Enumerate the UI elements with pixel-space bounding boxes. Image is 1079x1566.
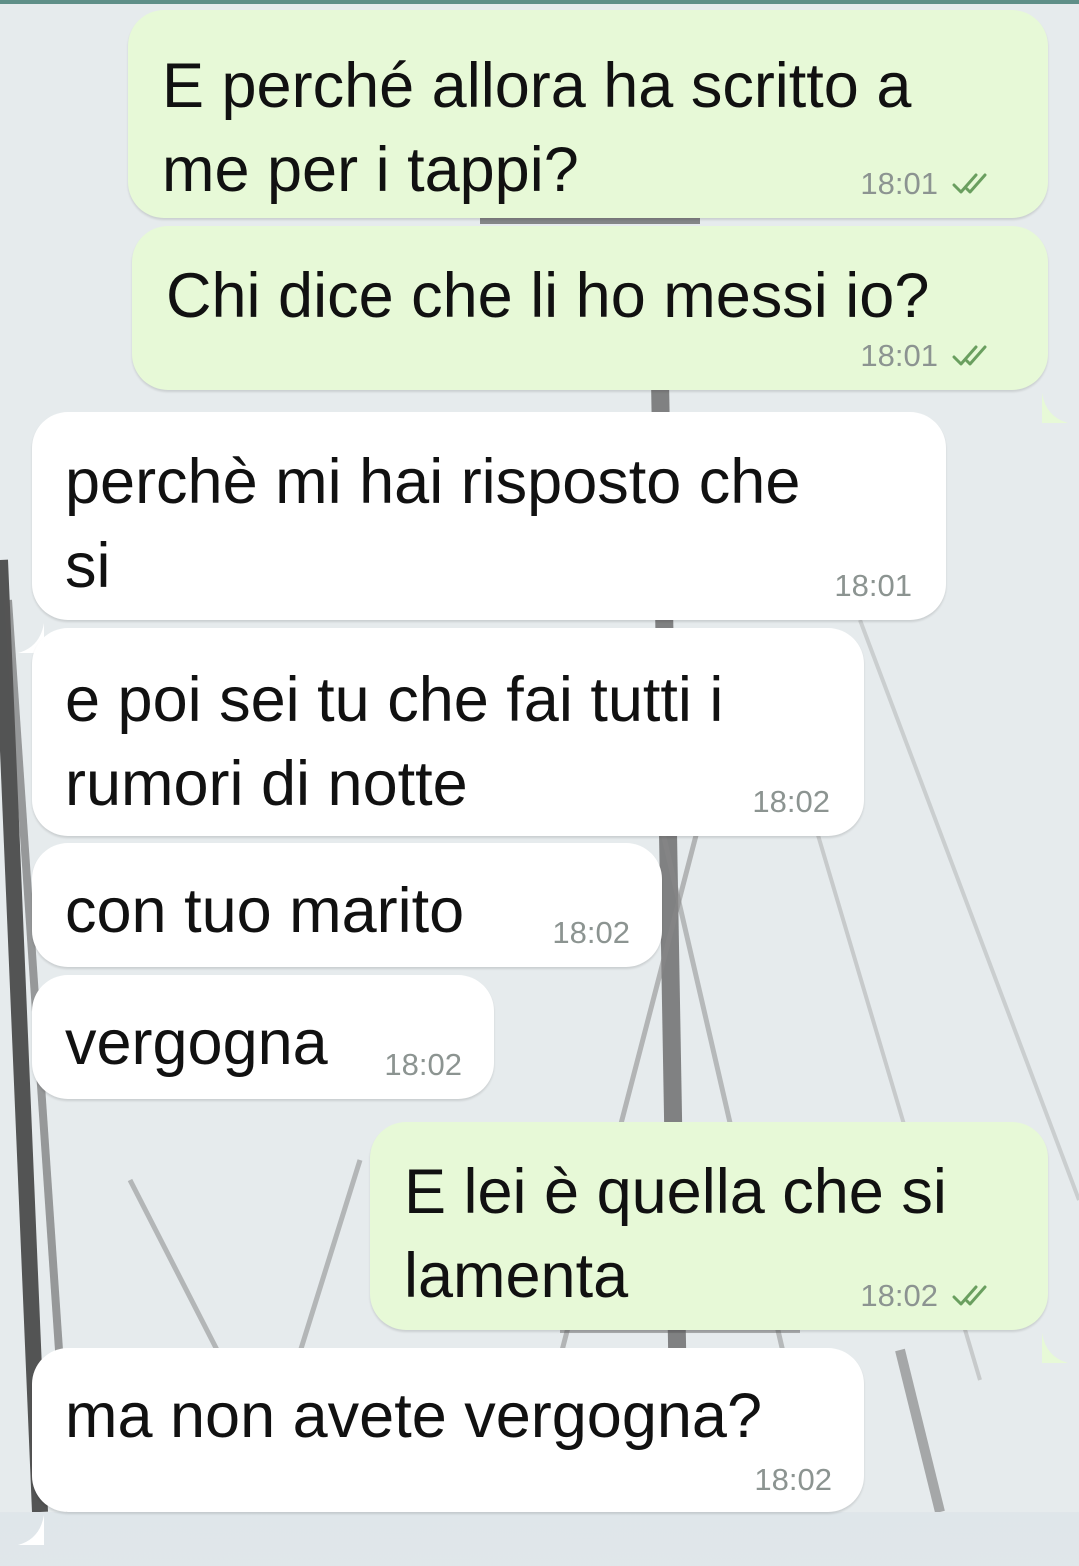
bubble-tail <box>1042 360 1070 423</box>
message-text: vergogna <box>65 1008 328 1078</box>
message-timestamp: 18:02 <box>754 1462 832 1497</box>
message-text: con tuo marito <box>65 876 465 946</box>
message-timestamp: 18:02 <box>860 1278 938 1313</box>
header-edge <box>0 0 1079 4</box>
message-timestamp: 18:02 <box>384 1047 462 1082</box>
message-text: e poi sei tu che fai tutti i rumori di n… <box>65 665 724 819</box>
message-meta: 18:02 <box>384 1047 462 1083</box>
incoming-message-bubble[interactable]: ma non avete vergogna? 18:02 <box>18 1348 864 1545</box>
message-timestamp: 18:01 <box>834 568 912 603</box>
message-text: E perché allora ha scritto a me per i ta… <box>162 51 912 205</box>
message-timestamp: 18:02 <box>552 915 630 950</box>
bubble-tail <box>16 590 44 653</box>
message-meta: 18:01 <box>834 568 912 604</box>
message-timestamp: 18:02 <box>752 784 830 819</box>
bubble-tail <box>1042 1300 1070 1363</box>
bubble-tail <box>16 1482 44 1545</box>
incoming-message-bubble[interactable]: con tuo marito 18:02 <box>32 843 662 967</box>
double-check-icon <box>952 172 998 196</box>
message-meta: 18:02 <box>552 915 630 951</box>
incoming-message-bubble[interactable]: e poi sei tu che fai tutti i rumori di n… <box>32 628 864 836</box>
double-check-icon <box>952 344 998 368</box>
outgoing-message-bubble[interactable]: E perché allora ha scritto a me per i ta… <box>128 10 1048 218</box>
double-check-icon <box>952 1284 998 1308</box>
message-text: perchè mi hai risposto che si <box>65 447 801 601</box>
message-timestamp: 18:01 <box>860 166 938 201</box>
outgoing-message-bubble[interactable]: Chi dice che li ho messi io? 18:01 <box>132 226 1068 423</box>
message-text: ma non avete vergogna? <box>65 1381 762 1451</box>
message-text: Chi dice che li ho messi io? <box>166 261 930 331</box>
message-meta: 18:01 <box>860 338 998 374</box>
incoming-message-bubble[interactable]: vergogna 18:02 <box>32 975 494 1099</box>
message-timestamp: 18:01 <box>860 338 938 373</box>
message-meta: 18:01 <box>860 166 998 202</box>
outgoing-message-bubble[interactable]: E lei è quella che si lamenta 18:02 <box>370 1122 1068 1363</box>
incoming-message-bubble[interactable]: perchè mi hai risposto che si 18:01 <box>18 412 946 653</box>
message-meta: 18:02 <box>860 1278 998 1314</box>
message-meta: 18:02 <box>752 784 830 820</box>
message-meta: 18:02 <box>754 1462 832 1498</box>
